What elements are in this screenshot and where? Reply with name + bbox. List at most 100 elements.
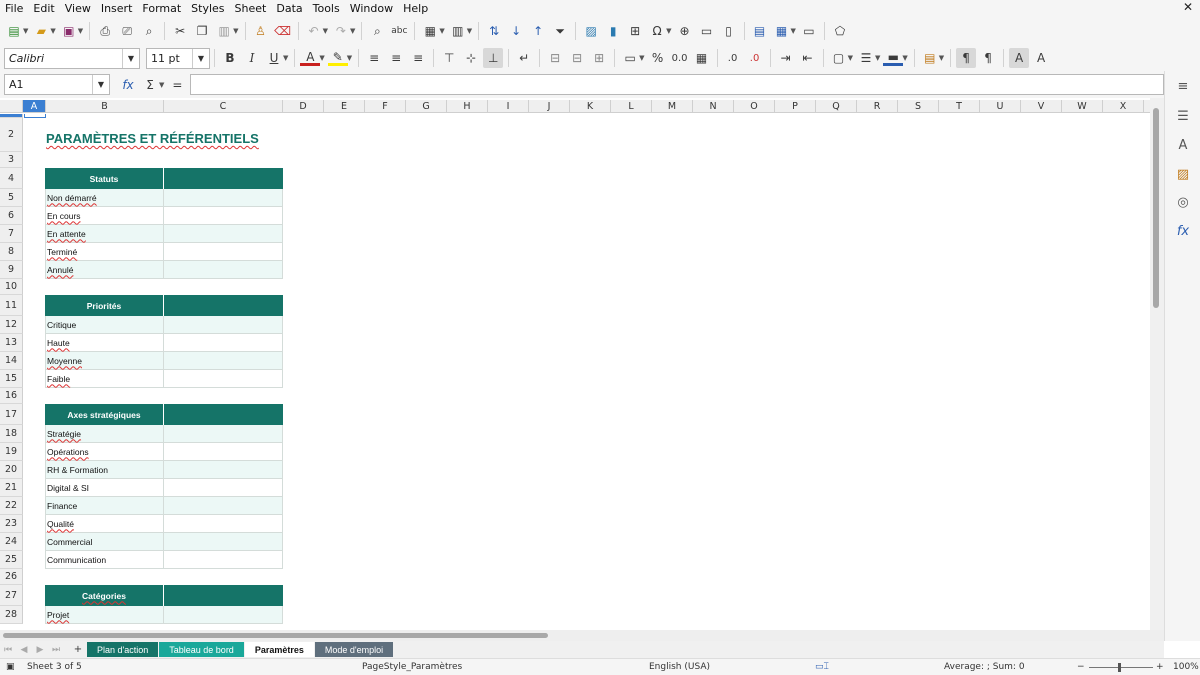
borders-icon[interactable]: ▢ (829, 48, 849, 68)
row-header-19[interactable]: 19 (0, 443, 23, 461)
comment-icon[interactable]: ▭ (697, 21, 717, 41)
split-window-icon[interactable]: ▭ (799, 21, 819, 41)
column-header-p[interactable]: P (775, 100, 816, 113)
menu-item-window[interactable]: Window (345, 0, 398, 17)
formula-icon[interactable]: = (167, 75, 187, 95)
column-header-a[interactable]: A (23, 100, 46, 113)
column-header-f[interactable]: F (365, 100, 406, 113)
sheet-tab[interactable]: Tableau de bord (159, 642, 244, 657)
section-header-fill[interactable] (164, 404, 283, 425)
row-header-4[interactable]: 4 (0, 168, 23, 189)
corner-select-all[interactable] (0, 100, 23, 113)
column-header-m[interactable]: M (652, 100, 693, 113)
show-draw-functions-icon[interactable]: ⬠ (830, 21, 850, 41)
previous-sheet-icon[interactable]: ◀ (17, 640, 31, 660)
row-header-12[interactable]: 12 (0, 316, 23, 334)
list-item-value-cell[interactable] (164, 606, 283, 624)
column-header-i[interactable]: I (488, 100, 529, 113)
list-item[interactable]: Stratégie (45, 425, 164, 443)
define-print-area-icon[interactable]: ▤ (750, 21, 770, 41)
font-size-box[interactable]: 11 pt ▼ (146, 47, 210, 69)
sheet-tab[interactable]: Plan d'action (87, 642, 159, 657)
column-icon[interactable]: ▥ (448, 21, 468, 41)
autofilter-icon[interactable]: ⏷ (550, 21, 570, 41)
zoom-slider-thumb[interactable] (1118, 663, 1121, 672)
document-modified-icon[interactable]: ▣ (6, 662, 15, 672)
row-header-15[interactable]: 15 (0, 370, 23, 388)
properties-icon[interactable]: ☰ (1173, 106, 1193, 126)
horizontal-scrollbar[interactable] (0, 630, 1164, 641)
column-dropdown-icon[interactable]: ▼ (467, 27, 472, 35)
list-item[interactable]: Terminé (45, 243, 164, 261)
row-icon[interactable]: ▦ (420, 21, 440, 41)
list-item-value-cell[interactable] (164, 334, 283, 352)
cut-icon[interactable]: ✂ (170, 21, 190, 41)
font-color-dropdown-icon[interactable]: ▼ (319, 54, 324, 62)
highlight-color-icon[interactable]: ✎ (327, 50, 348, 66)
currency-format-icon[interactable]: ▭ (620, 48, 640, 68)
function-wizard-icon[interactable]: fx (118, 75, 138, 95)
list-item[interactable]: Opérations (45, 443, 164, 461)
sum-icon[interactable]: Σ (140, 75, 160, 95)
row-header-25[interactable]: 25 (0, 551, 23, 569)
row-header-3[interactable]: 3 (0, 152, 23, 168)
freeze-dropdown-icon[interactable]: ▼ (791, 27, 796, 35)
border-color-icon[interactable]: ▬ (883, 50, 904, 66)
row-header-24[interactable]: 24 (0, 533, 23, 551)
paste-dropdown-icon[interactable]: ▼ (233, 27, 238, 35)
column-header-e[interactable]: E (324, 100, 365, 113)
redo-icon[interactable]: ↷ (331, 21, 351, 41)
copy-icon[interactable]: ❐ (192, 21, 212, 41)
merge-center-icon[interactable]: ⊟ (545, 48, 565, 68)
undo-dropdown-icon[interactable]: ▼ (323, 27, 328, 35)
list-item[interactable]: Haute (45, 334, 164, 352)
list-item-value-cell[interactable] (164, 225, 283, 243)
list-item-value-cell[interactable] (164, 533, 283, 551)
section-header[interactable]: Statuts (45, 168, 164, 189)
align-top-icon[interactable]: ⊤ (439, 48, 459, 68)
bold-icon[interactable]: B (220, 48, 240, 68)
paste-icon[interactable]: ▥ (214, 21, 234, 41)
insert-image-icon[interactable]: ▨ (581, 21, 601, 41)
hyperlink-icon[interactable]: ⊕ (675, 21, 695, 41)
list-item[interactable]: Moyenne (45, 352, 164, 370)
row-header-10[interactable]: 10 (0, 279, 23, 295)
column-header-c[interactable]: C (164, 100, 283, 113)
wrap-text-icon[interactable]: ↵ (514, 48, 534, 68)
pivot-table-icon[interactable]: ⊞ (625, 21, 645, 41)
list-item[interactable]: Digital & SI (45, 479, 164, 497)
open-dropdown-icon[interactable]: ▼ (50, 27, 55, 35)
font-name-box[interactable]: Calibri ▼ (4, 47, 140, 69)
list-item-value-cell[interactable] (164, 461, 283, 479)
chevron-down-icon[interactable]: ▼ (122, 48, 139, 68)
align-bottom-icon[interactable]: ⊥ (483, 48, 504, 68)
align-left-icon[interactable]: ≡ (364, 48, 384, 68)
column-header-l[interactable]: L (611, 100, 652, 113)
sort-descending-icon[interactable]: ↑ (528, 21, 548, 41)
zoom-out-button[interactable]: − (1077, 662, 1085, 672)
borders-dropdown-icon[interactable]: ▼ (848, 54, 853, 62)
conditional-dropdown-icon[interactable]: ▼ (939, 54, 944, 62)
horizontal-scroll-thumb[interactable] (3, 633, 548, 638)
sheet-tab[interactable]: Paramètres (244, 642, 314, 657)
increase-indent-icon[interactable]: ⇥ (776, 48, 796, 68)
add-sheet-icon[interactable]: + (70, 640, 86, 660)
last-sheet-icon[interactable]: ⏭ (49, 640, 63, 660)
section-header-fill[interactable] (164, 168, 283, 189)
row-header-26[interactable]: 26 (0, 569, 23, 585)
border-style-icon[interactable]: ☰ (856, 48, 876, 68)
section-header[interactable]: Priorités (45, 295, 164, 316)
list-item-value-cell[interactable] (164, 497, 283, 515)
column-header-s[interactable]: S (898, 100, 939, 113)
list-item-value-cell[interactable] (164, 425, 283, 443)
unmerge-cells-icon[interactable]: ⊞ (589, 48, 609, 68)
list-item-value-cell[interactable] (164, 207, 283, 225)
close-document-icon[interactable]: ✕ (1183, 0, 1193, 14)
list-item-value-cell[interactable] (164, 189, 283, 207)
section-header[interactable]: Catégories (45, 585, 164, 606)
formula-input[interactable] (190, 74, 1165, 95)
row-header-23[interactable]: 23 (0, 515, 23, 533)
column-header-w[interactable]: W (1062, 100, 1103, 113)
row-header-14[interactable]: 14 (0, 352, 23, 370)
center-vertically-icon[interactable]: ⊹ (461, 48, 481, 68)
